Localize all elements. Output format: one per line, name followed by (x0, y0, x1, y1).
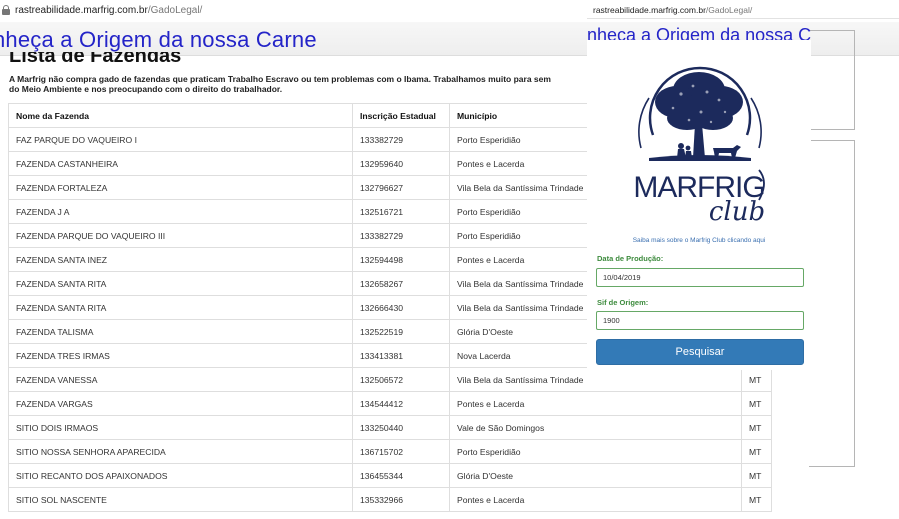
column-header-name: Nome da Fazenda (8, 103, 353, 128)
sif-origin-label: Sif de Origem: (597, 298, 649, 307)
search-panel: MARFRIG club Saiba mais sobre o Marfrig … (587, 40, 811, 370)
divider (587, 18, 899, 19)
cell-farm-name: FAZENDA VARGAS (8, 391, 353, 416)
column-header-registration: Inscrição Estadual (352, 103, 450, 128)
cell-registration: 133382729 (352, 127, 450, 152)
tree-logo-icon: MARFRIG club (633, 66, 766, 227)
list-heading: Lista de Fazendas (9, 52, 182, 66)
lock-icon (1, 5, 11, 15)
cell-farm-name: FAZENDA SANTA RITA (8, 295, 353, 320)
cell-registration: 133413381 (352, 343, 450, 368)
production-date-label: Data de Produção: (597, 254, 664, 263)
cell-registration: 132959640 (352, 151, 450, 176)
cell-registration: 132658267 (352, 271, 450, 296)
cell-registration: 133382729 (352, 223, 450, 248)
marfrig-club-page: rastreabilidade.marfrig.com.br/GadoLegal… (587, 0, 899, 519)
cell-registration: 136455344 (352, 463, 450, 488)
cell-farm-name: FAZENDA FORTALEZA (8, 175, 353, 200)
cell-farm-name: FAZENDA CASTANHEIRA (8, 151, 353, 176)
intro-line-2: do Meio Ambiente e nos preocupando com o… (9, 84, 283, 94)
marfrig-club-link[interactable]: Saiba mais sobre o Marfrig Club clicando… (587, 237, 811, 244)
cell-farm-name: FAZENDA TALISMA (8, 319, 353, 344)
address-bar-2[interactable]: rastreabilidade.marfrig.com.br/GadoLegal… (593, 5, 752, 15)
cell-farm-name: FAZ PARQUE DO VAQUEIRO I (8, 127, 353, 152)
cell-registration: 133250440 (352, 415, 450, 440)
cell-registration: 132666430 (352, 295, 450, 320)
cell-registration: 135332966 (352, 487, 450, 512)
production-date-input[interactable]: 10/04/2019 (596, 268, 804, 287)
cell-registration: 132516721 (352, 199, 450, 224)
intro-line-1: A Marfrig não compra gado de fazendas qu… (9, 74, 551, 84)
side-frame-top (809, 30, 855, 130)
cell-farm-name: FAZENDA TRES IRMAS (8, 343, 353, 368)
url-host-2: rastreabilidade.marfrig.com.br (593, 5, 706, 15)
cell-farm-name: FAZENDA VANESSA (8, 367, 353, 392)
cell-registration: 132796627 (352, 175, 450, 200)
url-path-2: /GadoLegal/ (705, 5, 753, 15)
site-title: nheça a Origem da nossa Carne (0, 27, 317, 52)
url-path: /GadoLegal/ (147, 4, 203, 16)
cell-farm-name: FAZENDA PARQUE DO VAQUEIRO III (8, 223, 353, 248)
cell-registration: 136715702 (352, 439, 450, 464)
cell-registration: 132594498 (352, 247, 450, 272)
cell-farm-name: FAZENDA SANTA INEZ (8, 247, 353, 272)
marfrig-club-logo: MARFRIG club (609, 50, 789, 230)
cell-registration: 132506572 (352, 367, 450, 392)
side-frame-bottom (809, 140, 855, 467)
cell-registration: 134544412 (352, 391, 450, 416)
cell-farm-name: SITIO DOIS IRMAOS (8, 415, 353, 440)
cell-farm-name: FAZENDA J A (8, 199, 353, 224)
cell-registration: 132522519 (352, 319, 450, 344)
cell-farm-name: SITIO SOL NASCENTE (8, 487, 353, 512)
cell-farm-name: FAZENDA SANTA RITA (8, 271, 353, 296)
intro-text: A Marfrig não compra gado de fazendas qu… (9, 74, 609, 94)
search-button[interactable]: Pesquisar (596, 339, 804, 365)
address-bar[interactable]: rastreabilidade.marfrig.com.br/GadoLegal… (0, 0, 202, 20)
url-host: rastreabilidade.marfrig.com.br (15, 4, 148, 16)
cell-farm-name: SITIO NOSSA SENHORA APARECIDA (8, 439, 353, 464)
sif-origin-input[interactable]: 1900 (596, 311, 804, 330)
cell-farm-name: SITIO RECANTO DOS APAIXONADOS (8, 463, 353, 488)
logo-script: club (709, 197, 765, 227)
